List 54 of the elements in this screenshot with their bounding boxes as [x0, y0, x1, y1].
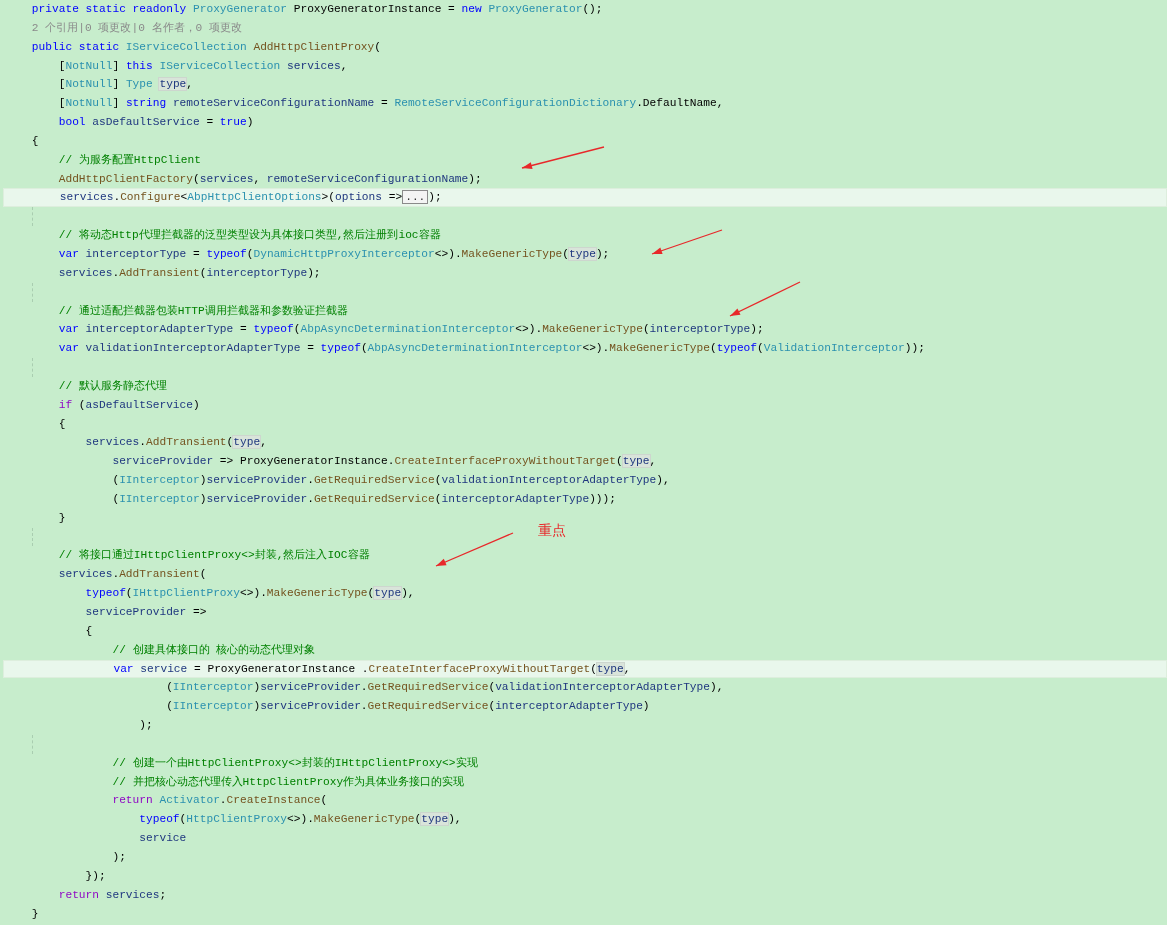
code-comment: // 将接口通过IHttpClientProxy<>封装,然后注入IOC容器	[57, 549, 370, 562]
indent-guide	[32, 734, 33, 754]
code-text: });	[84, 869, 106, 882]
code-text: );	[138, 719, 153, 732]
code-text: );	[428, 191, 442, 204]
annotation-note: 重点	[538, 522, 566, 540]
code-text: {	[84, 624, 93, 637]
collapsed-code-button[interactable]: ...	[402, 190, 429, 205]
code-text: {	[30, 134, 39, 147]
indent-guide	[32, 358, 33, 377]
code-text: (IInterceptor)serviceProvider.GetRequiredService(interceptorAdapterType)));	[111, 492, 616, 505]
code-text: serviceProvider => ProxyGeneratorInstance.CreateInterfaceProxyWithoutTarget(type,	[111, 455, 657, 468]
code-text: services.Configure<AbpHttpClientOptions>(options =>	[58, 191, 403, 204]
code-text: (IInterceptor)serviceProvider.GetRequiredService(validationInterceptorAdapterType),	[111, 474, 670, 487]
code-comment: // 创建具体接口的 核心的动态代理对象	[111, 643, 316, 656]
code-text: [NotNull] string remoteServiceConfigurationName = RemoteServiceConfigurationDictionary.DefaultName,	[57, 97, 724, 110]
code-text: services.AddTransient(type,	[84, 436, 267, 449]
code-text: service	[138, 832, 187, 845]
code-text: [NotNull] this IServiceCollection services,	[57, 59, 348, 72]
code-text: serviceProvider =>	[84, 606, 207, 618]
code-text: return services;	[57, 888, 167, 901]
indent-guide	[32, 207, 33, 227]
code-lens-info: 2 个引用|0 项更改|0 名作者，0 项更改	[30, 21, 242, 34]
code-text: typeof(IHttpClientProxy<>).MakeGenericType(type),	[84, 587, 415, 600]
code-text: AddHttpClientFactory(services, remoteServiceConfigurationName);	[57, 172, 482, 185]
code-text: (IInterceptor)serviceProvider.GetRequiredService(validationInterceptorAdapterType),	[165, 681, 724, 694]
code-text: services.AddTransient(	[57, 568, 207, 581]
code-text: bool asDefaultService = true)	[57, 116, 254, 129]
code-text: }	[57, 511, 66, 524]
code-text: if (asDefaultService)	[57, 398, 200, 411]
code-text: var service = ProxyGeneratorInstance .CreateInterfaceProxyWithoutTarget(type,	[112, 662, 631, 675]
code-text: typeof(HttpClientProxy<>).MakeGenericType(type),	[138, 813, 462, 826]
code-comment: // 为服务配置HttpClient	[57, 153, 201, 166]
code-comment: // 默认服务静态代理	[57, 379, 167, 392]
code-text: );	[111, 850, 126, 863]
code-text: public static IServiceCollection AddHttpClientProxy(	[30, 40, 381, 53]
indent-guide	[32, 282, 33, 302]
code-text: (IInterceptor)serviceProvider.GetRequiredService(interceptorAdapterType)	[165, 700, 650, 713]
code-text: var interceptorType = typeof(DynamicHttpProxyInterceptor<>).MakeGenericType(type);	[57, 247, 610, 260]
code-text: var validationInterceptorAdapterType = typeof(AbpAsyncDeterminationInterceptor<>).MakeGenericType(typeof(ValidationInterceptor));	[57, 342, 925, 355]
code-text: var interceptorAdapterType = typeof(AbpAsyncDeterminationInterceptor<>).MakeGenericType(interceptorType);	[57, 323, 764, 336]
code-text: return Activator.CreateInstance(	[111, 794, 328, 807]
code-comment: // 创建一个由HttpClientProxy<>封装的IHttpClientProxy<>实现	[111, 756, 478, 769]
code-comment: // 将动态Http代理拦截器的泛型类型设为具体接口类型,然后注册到ioc容器	[57, 229, 441, 242]
arrow	[729, 281, 801, 317]
code-text: {	[57, 417, 66, 430]
code-text: }	[30, 907, 39, 920]
code-text: services.AddTransient(interceptorType);	[57, 266, 321, 279]
code-text: [NotNull] Type type,	[57, 78, 194, 91]
code-text: private static readonly ProxyGenerator ProxyGeneratorInstance = new ProxyGenerator();	[30, 3, 603, 15]
code-comment: // 并把核心动态代理传入HttpClientProxy作为具体业务接口的实现	[111, 775, 465, 788]
arrow	[651, 229, 723, 255]
indent-guide	[32, 527, 33, 547]
code-comment: // 通过适配拦截器包装HTTP调用拦截器和参数验证拦截器	[57, 304, 348, 317]
